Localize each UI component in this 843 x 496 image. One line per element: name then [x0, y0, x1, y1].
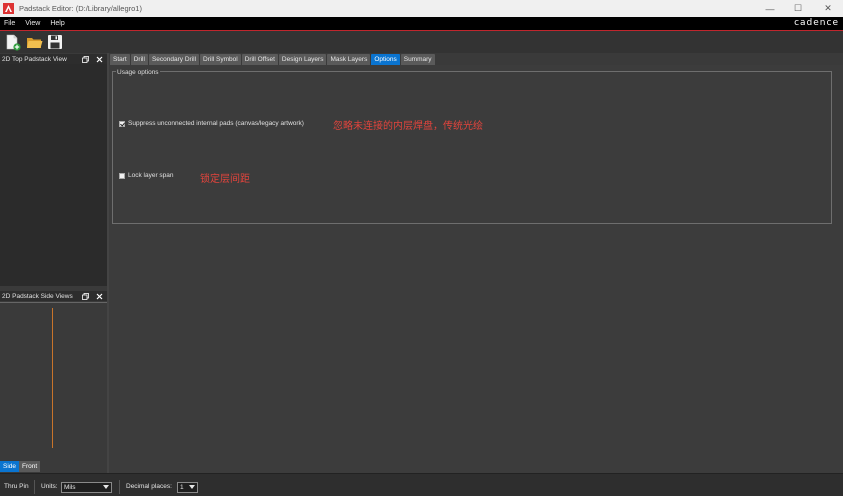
float-panel-icon[interactable]	[80, 291, 90, 301]
editor-tab-strip: Start Drill Secondary Drill Drill Symbol…	[110, 54, 436, 65]
tab-mask-layers[interactable]: Mask Layers	[327, 54, 371, 65]
side-view-canvas[interactable]	[0, 302, 107, 461]
top-view-header: 2D Top Padstack View	[0, 54, 107, 64]
tab-drill-symbol[interactable]: Drill Symbol	[200, 54, 241, 65]
top-view-title: 2D Top Padstack View	[2, 55, 67, 63]
maximize-button[interactable]: ☐	[783, 0, 813, 17]
tab-design-layers[interactable]: Design Layers	[278, 54, 327, 65]
menu-file[interactable]: File	[4, 20, 15, 27]
status-bar: Thru Pin Units: Mils Decimal places: 1	[0, 473, 843, 496]
units-value: Mils	[64, 484, 76, 491]
tab-secondary-drill[interactable]: Secondary Drill	[148, 54, 200, 65]
float-panel-icon[interactable]	[80, 54, 90, 64]
decimal-places-select[interactable]: 1	[177, 482, 198, 493]
pad-type-text: Thru Pin	[4, 483, 29, 490]
save-button[interactable]	[46, 33, 64, 51]
suppress-pads-option[interactable]: Suppress unconnected internal pads (canv…	[119, 120, 304, 127]
title-bar: Padstack Editor: (D:/Library/allegro1) —…	[0, 0, 843, 17]
lock-layer-span-option[interactable]: Lock layer span	[119, 172, 174, 179]
close-panel-icon[interactable]	[94, 291, 104, 301]
save-disk-icon	[48, 35, 62, 49]
new-padstack-icon	[6, 34, 21, 51]
open-folder-icon	[26, 37, 42, 48]
suppress-pads-label[interactable]: Suppress unconnected internal pads (canv…	[128, 120, 304, 127]
status-separator	[34, 480, 35, 494]
tab-drill[interactable]: Drill	[130, 54, 148, 65]
side-views-header: 2D Padstack Side Views	[0, 291, 107, 301]
menu-view[interactable]: View	[25, 20, 40, 27]
suppress-pads-annotation: 忽略未连接的内层焊盘，传统光绘	[333, 121, 483, 132]
units-label: Units:	[41, 483, 58, 490]
top-view-canvas[interactable]	[0, 64, 107, 286]
tab-summary[interactable]: Summary	[400, 54, 435, 65]
new-padstack-button[interactable]	[4, 33, 22, 51]
decimal-places-label: Decimal places:	[126, 483, 172, 490]
suppress-pads-checkbox[interactable]	[119, 120, 125, 127]
chevron-down-icon	[103, 485, 109, 489]
decimal-places-value: 1	[180, 484, 184, 491]
usage-options-group: Usage options	[112, 69, 832, 224]
chevron-down-icon	[189, 485, 195, 489]
view-tab-side[interactable]: Side	[0, 461, 20, 472]
tab-drill-offset[interactable]: Drill Offset	[241, 54, 278, 65]
close-window-button[interactable]: ✕	[813, 0, 843, 17]
lock-layer-span-label[interactable]: Lock layer span	[128, 172, 174, 179]
status-separator	[119, 480, 120, 494]
window-title: Padstack Editor: (D:/Library/allegro1)	[19, 4, 142, 13]
cadence-logo: cadence	[794, 18, 839, 28]
lock-layer-span-checkbox[interactable]	[119, 172, 125, 179]
minimize-button[interactable]: —	[755, 0, 785, 17]
app-icon	[3, 3, 14, 14]
panel-divider	[0, 302, 107, 303]
side-views-title: 2D Padstack Side Views	[2, 292, 73, 300]
lock-layer-span-annotation: 锁定层间距	[200, 174, 250, 185]
view-tab-front[interactable]: Front	[19, 461, 41, 472]
close-panel-icon[interactable]	[94, 54, 104, 64]
toolbar	[0, 31, 843, 53]
tab-options[interactable]: Options	[371, 54, 400, 65]
menu-help[interactable]: Help	[50, 20, 64, 27]
open-button[interactable]	[25, 33, 43, 51]
tab-start[interactable]: Start	[110, 54, 130, 65]
drill-span-line	[52, 308, 53, 448]
units-select[interactable]: Mils	[61, 482, 112, 493]
usage-options-legend: Usage options	[116, 69, 160, 76]
menu-bar: File View Help cadence	[0, 17, 843, 30]
